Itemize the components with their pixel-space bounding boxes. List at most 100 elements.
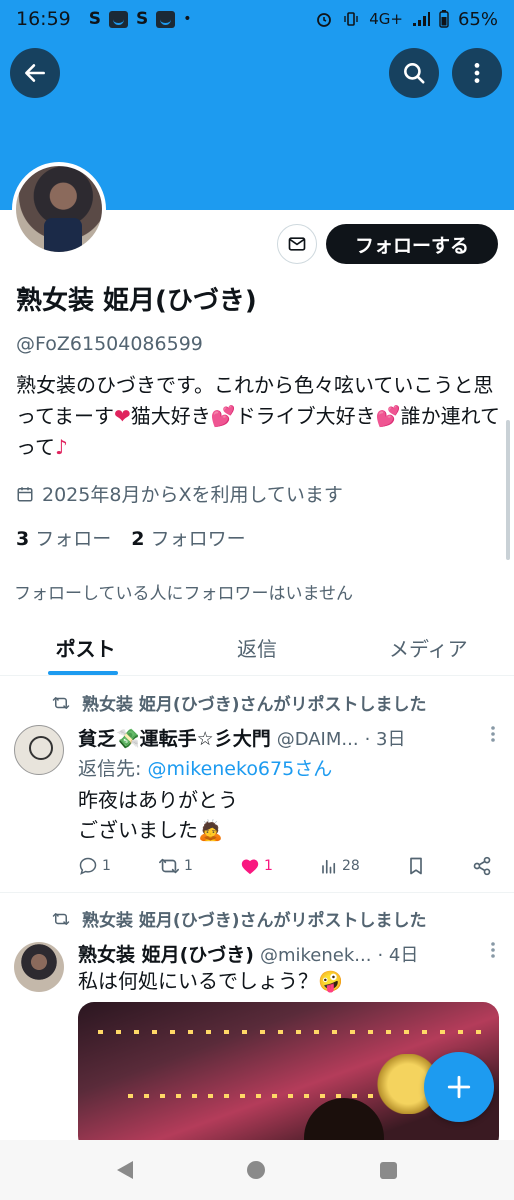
tweet-author-handle[interactable]: @DAIM...	[277, 729, 359, 750]
tweet-time[interactable]: · 3日	[365, 725, 406, 751]
tab-posts[interactable]: ポスト	[0, 620, 171, 675]
tweet-text-line: 私は何処にいるでしょう？🤪	[78, 969, 343, 993]
nav-recents-icon[interactable]	[379, 1161, 397, 1179]
reply-to-prefix: 返信先:	[78, 758, 148, 780]
message-button[interactable]	[277, 224, 317, 264]
status-time: 16:59	[16, 8, 71, 30]
followers-count: 2	[131, 528, 145, 550]
repost-count: 1	[184, 858, 193, 874]
repost-label: 熟女装 姫月(ひづき)さんがリポストしました	[82, 695, 427, 715]
tweet-header: 貧乏💸運転手☆彡大門 @DAIM... · 3日	[78, 724, 498, 751]
joined-date: 2025年8月からXを利用しています	[16, 480, 343, 507]
status-right: 4G+ 65%	[315, 9, 498, 30]
shopping-bag-icon	[156, 10, 176, 28]
more-vertical-icon	[491, 942, 495, 958]
calendar-icon	[17, 486, 33, 501]
status-app-icons: S S •	[89, 9, 192, 29]
compose-button[interactable]	[424, 1052, 494, 1122]
repost-icon	[52, 696, 70, 709]
alarm-icon	[317, 13, 332, 27]
repost-indicator: 熟女装 姫月(ひづき)さんがリポストしました	[52, 906, 426, 931]
tweet-avatar[interactable]	[14, 725, 64, 775]
tweet-text-line: 昨夜はありがとう	[78, 788, 238, 812]
tab-replies[interactable]: 返信	[171, 620, 342, 675]
search-button[interactable]	[389, 48, 439, 98]
tweet-text: 私は何処にいるでしょう？🤪	[78, 966, 343, 996]
network-type: 4G+	[369, 10, 403, 28]
repost-label: 熟女装 姫月(ひづき)さんがリポストしました	[82, 911, 427, 931]
more-button[interactable]	[452, 48, 502, 98]
search-icon	[404, 63, 425, 84]
tweet-text-line: ございました🙇	[78, 818, 223, 842]
reply-icon	[79, 857, 97, 875]
signal-icon	[412, 12, 430, 26]
following-count: 3	[16, 528, 30, 550]
views-count: 28	[342, 858, 360, 874]
bookmark-icon	[410, 857, 422, 875]
share-button[interactable]	[472, 856, 492, 876]
tweet-time[interactable]: · 4日	[377, 941, 418, 967]
views-icon	[322, 859, 336, 874]
repost-icon	[159, 858, 179, 874]
photo-marquee-lights	[98, 1030, 488, 1034]
notification-dot: •	[183, 11, 192, 27]
battery-percent: 65%	[457, 8, 498, 30]
profile-tabs: ポスト 返信 メディア	[0, 620, 514, 676]
arrow-left-icon	[25, 64, 45, 82]
reply-button[interactable]: 1	[78, 856, 111, 876]
more-vertical-icon	[474, 63, 480, 83]
heart-icon	[241, 859, 259, 875]
skype-icon: S	[88, 9, 102, 29]
views-button[interactable]: 28	[320, 857, 360, 875]
tab-media[interactable]: メディア	[343, 620, 514, 675]
like-count: 1	[264, 858, 273, 874]
repost-button[interactable]: 1	[158, 856, 193, 876]
joined-text: 2025年8月からXを利用しています	[42, 484, 343, 506]
more-vertical-icon	[491, 726, 495, 742]
nav-back-icon[interactable]	[117, 1161, 134, 1179]
reply-to-line: 返信先: @mikeneko675さん	[78, 754, 332, 781]
mail-icon	[288, 237, 306, 251]
following-label: フォロー	[35, 528, 112, 550]
red-heart-emoji: ❤	[114, 404, 131, 428]
music-note-emoji: ♪	[55, 435, 68, 459]
repost-indicator: 熟女装 姫月(ひづき)さんがリポストしました	[52, 690, 426, 715]
reply-to-link[interactable]: @mikeneko675さん	[147, 758, 332, 780]
tweet-more-button[interactable]	[490, 940, 496, 964]
two-hearts-emoji: 💕	[375, 404, 401, 428]
scrollbar[interactable]	[506, 420, 510, 560]
battery-icon	[439, 10, 449, 28]
followers-link[interactable]: 2 フォロワー	[131, 524, 245, 551]
follow-button[interactable]: フォローする	[326, 224, 498, 264]
followers-label: フォロワー	[150, 528, 246, 550]
bio-text: ドライブ大好き	[235, 404, 376, 428]
tweet-author-name[interactable]: 熟女装 姫月(ひづき)	[78, 940, 254, 967]
vibrate-icon	[344, 12, 358, 26]
back-button[interactable]	[10, 48, 60, 98]
tweet-actions: 1 1 1 28	[78, 856, 492, 876]
reply-count: 1	[102, 858, 111, 874]
profile-bio: 熟女装のひづきです。これから色々呟いていこうと思ってまーす❤猫大好き💕ドライブ大…	[16, 370, 502, 463]
following-link[interactable]: 3 フォロー	[16, 524, 111, 551]
bio-text: 猫大好き	[130, 404, 211, 428]
profile-handle: @FoZ61504086599	[16, 333, 203, 355]
tweet-text: 昨夜はありがとう ございました🙇	[78, 785, 238, 845]
tweet-more-button[interactable]	[490, 724, 496, 748]
status-bar: 16:59 S S • 4G+ 65%	[0, 0, 514, 38]
tweet-author-handle[interactable]: @mikenek...	[260, 945, 371, 966]
like-button[interactable]: 1	[240, 857, 273, 875]
bookmark-button[interactable]	[407, 856, 425, 876]
tweet-author-name[interactable]: 貧乏💸運転手☆彡大門	[78, 724, 271, 751]
follow-stats: 3 フォロー 2 フォロワー	[16, 524, 246, 551]
no-mutual-followers-text: フォローしている人にフォロワーはいません	[14, 584, 353, 604]
system-nav-bar	[0, 1140, 514, 1200]
repost-icon	[52, 912, 70, 925]
shopping-bag-icon	[109, 10, 129, 28]
share-icon	[473, 856, 491, 876]
profile-avatar[interactable]	[12, 162, 106, 256]
tweet-header: 熟女装 姫月(ひづき) @mikenek... · 4日	[78, 940, 498, 967]
nav-home-icon[interactable]	[247, 1161, 266, 1179]
two-hearts-emoji: 💕	[210, 404, 236, 428]
tweet-divider	[0, 892, 514, 893]
tweet-avatar[interactable]	[14, 942, 64, 992]
